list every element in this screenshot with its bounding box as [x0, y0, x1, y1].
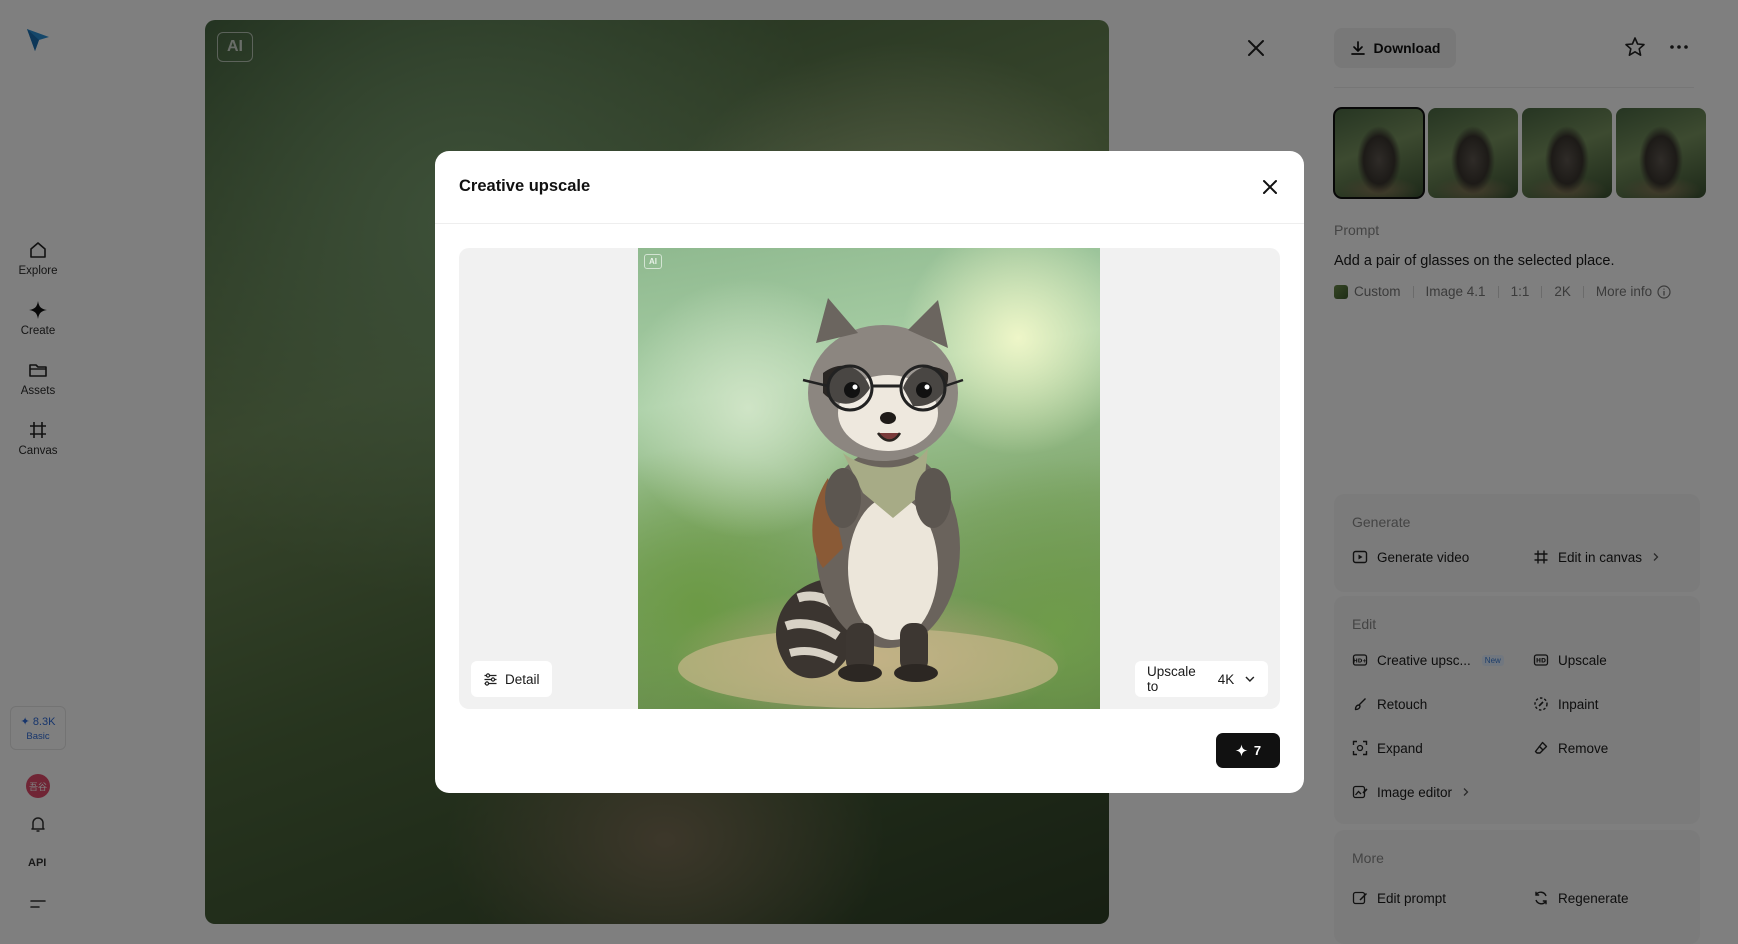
start-upscale-button[interactable]: 7	[1216, 733, 1280, 768]
chevron-down-icon	[1245, 676, 1255, 683]
preview-image: AI	[638, 248, 1100, 709]
detail-label: Detail	[505, 671, 540, 687]
credit-cost: 7	[1253, 743, 1262, 758]
dialog-divider	[435, 223, 1304, 224]
upscale-preview: AI Detail Upscale to 4K	[459, 248, 1280, 709]
upscale-to-label: Upscale to	[1147, 664, 1196, 694]
upscale-resolution-select[interactable]: Upscale to 4K	[1135, 661, 1268, 697]
close-icon[interactable]	[1259, 176, 1281, 198]
detail-button[interactable]: Detail	[471, 661, 552, 697]
raccoon-illustration	[678, 298, 1058, 708]
creative-upscale-dialog: Creative upscale AI Detail Upscale to 4K…	[435, 151, 1304, 793]
dialog-title: Creative upscale	[459, 177, 591, 195]
upscale-value: 4K	[1217, 671, 1235, 687]
sliders-icon	[484, 672, 497, 686]
sparkle-icon	[1235, 744, 1248, 757]
ai-generated-tag: AI	[644, 254, 662, 269]
